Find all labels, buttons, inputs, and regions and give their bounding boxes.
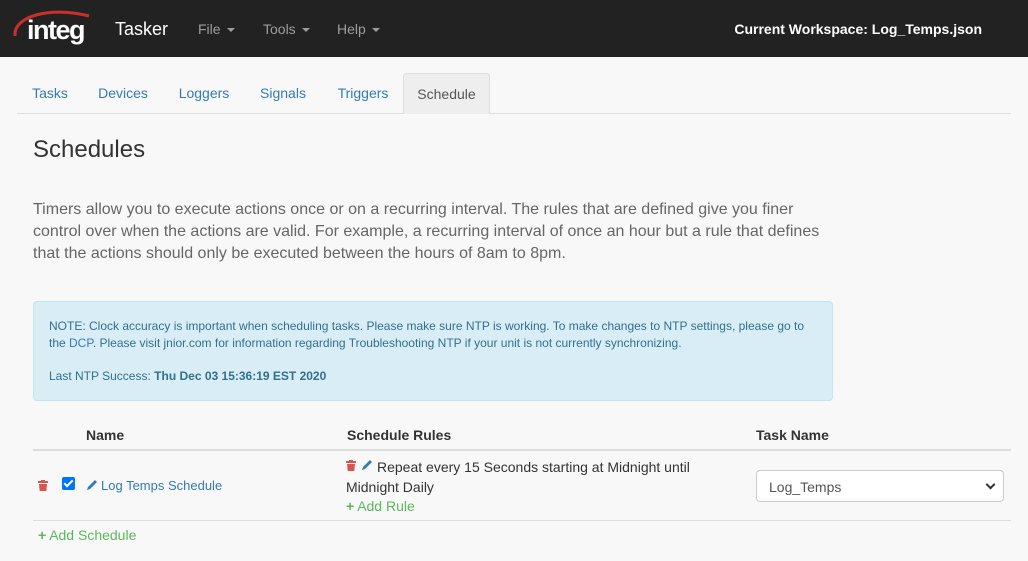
- chevron-down-icon: [985, 479, 996, 490]
- top-navbar: integ Tasker File Tools Help Current Wor…: [0, 0, 1028, 57]
- page-description: Timers allow you to execute actions once…: [33, 201, 820, 262]
- menu-tools[interactable]: Tools: [263, 21, 310, 37]
- delete-schedule-trash-icon[interactable]: [38, 480, 48, 491]
- task-name-value: Log_Temps: [769, 479, 842, 495]
- tab-signals[interactable]: Signals: [249, 73, 317, 113]
- ntp-note: NOTE: Clock accuracy is important when s…: [49, 318, 824, 352]
- integ-logo[interactable]: integ: [11, 6, 101, 50]
- caret-down-icon: [371, 28, 380, 33]
- menu-file[interactable]: File: [198, 21, 235, 37]
- add-rule-label: Add Rule: [357, 498, 415, 514]
- table-row-divider: [33, 520, 1011, 521]
- tab-tasks[interactable]: Tasks: [17, 73, 83, 113]
- current-workspace: Current Workspace: Log_Temps.json: [734, 21, 982, 37]
- last-ntp-success: Last NTP Success: Thu Dec 03 15:36:19 ES…: [49, 368, 326, 385]
- plus-icon: +: [346, 498, 355, 514]
- add-schedule-button[interactable]: + Add Schedule: [38, 527, 136, 543]
- app-brand[interactable]: Tasker: [115, 19, 168, 40]
- schedule-enabled-checkbox[interactable]: [62, 477, 75, 490]
- ntp-note-text-end: . Please visit jnior.com for information…: [92, 336, 682, 350]
- logo-text: integ: [27, 15, 86, 45]
- tab-bar: Tasks Devices Loggers Signals Triggers S…: [17, 73, 1011, 114]
- plus-icon: +: [38, 527, 47, 543]
- caret-down-icon: [226, 28, 235, 33]
- ntp-alert: NOTE: Clock accuracy is important when s…: [33, 301, 833, 401]
- menu-help-label: Help: [337, 21, 366, 37]
- add-schedule-label: Add Schedule: [49, 527, 137, 543]
- page-title: Schedules: [33, 136, 146, 163]
- table-header-divider: [33, 449, 1011, 451]
- menu-tools-label: Tools: [263, 21, 296, 37]
- ntp-label: Last NTP Success:: [49, 369, 151, 383]
- edit-schedule-pencil-icon[interactable]: [86, 479, 98, 491]
- tab-schedule[interactable]: Schedule: [403, 73, 490, 114]
- menu-file-label: File: [198, 21, 221, 37]
- caret-down-icon: [301, 28, 310, 33]
- menu-help[interactable]: Help: [337, 21, 380, 37]
- add-rule-button[interactable]: + Add Rule: [346, 498, 415, 514]
- ntp-timestamp: Thu Dec 03 15:36:19 EST 2020: [154, 369, 327, 383]
- tab-triggers[interactable]: Triggers: [325, 73, 401, 113]
- column-header-name: Name: [86, 427, 125, 443]
- column-header-task-name: Task Name: [756, 427, 829, 443]
- tab-devices[interactable]: Devices: [87, 73, 159, 113]
- column-header-schedule-rules: Schedule Rules: [347, 427, 452, 443]
- schedule-rule-text: Repeat every 15 Seconds starting at Midn…: [346, 459, 690, 495]
- schedule-name-link[interactable]: Log Temps Schedule: [101, 478, 222, 493]
- tab-loggers[interactable]: Loggers: [167, 73, 241, 113]
- task-name-select[interactable]: Log_Temps: [756, 470, 1004, 502]
- dcp-link[interactable]: DCP: [69, 336, 93, 350]
